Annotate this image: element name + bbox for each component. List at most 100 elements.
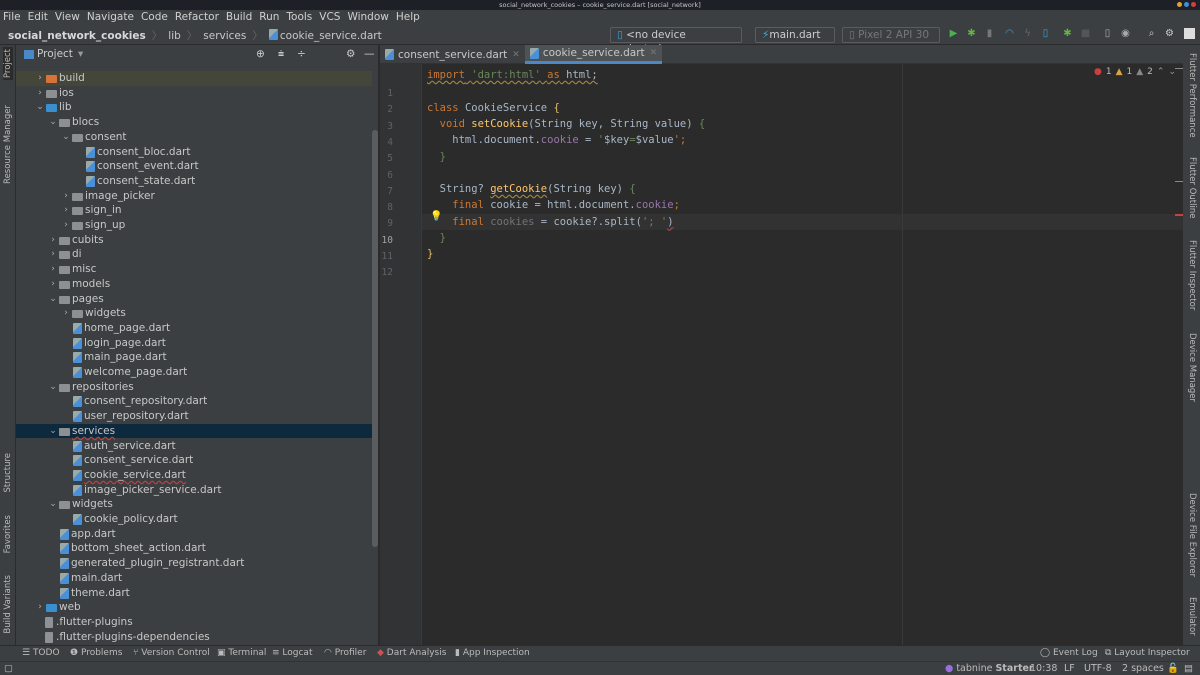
device-selector[interactable]: ▯ <no device selected> ▾ [610,27,742,55]
profile-icon[interactable]: ◠ [1004,28,1015,39]
tree-item[interactable]: login_page.dart [16,336,372,351]
chevron-right-icon[interactable]: › [48,247,58,262]
gear-icon[interactable]: ⚙ [346,48,355,60]
chevron-down-icon[interactable]: ⌄ [48,115,58,130]
tree-item[interactable]: user_repository.dart [16,409,372,424]
code-line[interactable]: import 'dart:html' as html; [427,67,598,83]
attach-icon[interactable]: ✱ [1062,28,1073,39]
chevron-right-icon[interactable]: › [35,86,45,101]
tree-item[interactable]: ⌄ services [16,423,372,439]
breadcrumb-services[interactable]: services [203,30,246,42]
tree-item[interactable]: theme.dart [16,586,372,601]
chevron-down-icon[interactable]: ⌄ [61,130,71,145]
chevron-right-icon[interactable]: › [35,71,45,86]
apply-changes-icon[interactable]: ▯ [1040,28,1051,39]
tree-item[interactable]: ⌄ lib [16,100,372,115]
menu-code[interactable]: Code [141,10,168,24]
caret-position[interactable]: 10:38 [1030,663,1057,674]
tree-item[interactable]: welcome_page.dart [16,365,372,380]
tool-todo[interactable]: ☰ TODO [22,648,60,658]
chevron-right-icon[interactable]: › [35,600,45,615]
tree-item[interactable]: › misc [16,262,372,277]
minimize-icon[interactable] [1177,2,1182,7]
tool-app-inspection[interactable]: ▮ App Inspection [455,648,530,658]
inspection-widget[interactable]: ● 1 ▲ 1 ▲ 2 ⌃ ⌄ [1094,67,1176,77]
tab-consent-service[interactable]: consent_service.dart ✕ [380,45,525,64]
chevron-right-icon[interactable]: › [61,306,71,321]
tool-terminal[interactable]: ▣ Terminal [217,648,266,658]
tree-item[interactable]: › image_picker [16,189,372,204]
menu-tools[interactable]: Tools [286,10,312,24]
chevron-down-icon[interactable]: ⌄ [48,424,58,439]
tree-item[interactable]: ⌄ pages [16,292,372,307]
code-line[interactable]: void setCookie(String key, String value)… [427,116,706,132]
menu-window[interactable]: Window [347,10,388,24]
tree-item[interactable]: ⌄ widgets [16,497,372,512]
tree-item[interactable]: bottom_sheet_action.dart [16,541,372,556]
tool-version-control[interactable]: ⑂ Version Control [133,648,210,658]
tree-item[interactable]: home_page.dart [16,321,372,336]
error-marker[interactable] [1175,214,1183,216]
tree-item[interactable]: consent_repository.dart [16,394,372,409]
code-line[interactable]: class CookieService { [427,100,560,116]
attach-debugger-icon[interactable]: ▮ [984,28,995,39]
debug-icon[interactable]: ✱ [966,28,977,39]
tool-event-log[interactable]: ◯ Event Log [1040,648,1098,658]
account-avatar[interactable] [1184,28,1195,39]
tree-item[interactable]: image_picker_service.dart [16,483,372,498]
tree-item[interactable]: auth_service.dart [16,439,372,454]
tree-item[interactable]: › di [16,247,372,262]
tree-item[interactable]: .flutter-plugins-dependencies [16,630,372,645]
breadcrumb-file[interactable]: cookie_service.dart [280,30,382,42]
tool-window-resource-manager[interactable]: Resource Manager [3,105,13,184]
tree-item[interactable]: consent_event.dart [16,159,372,174]
tool-window-favorites[interactable]: Favorites [3,515,13,553]
tree-item[interactable]: › models [16,277,372,292]
tool-dart-analysis[interactable]: ◆ Dart Analysis [377,648,446,658]
chevron-down-icon[interactable]: ⌄ [48,380,58,395]
tree-item[interactable]: main.dart [16,571,372,586]
tool-window-project[interactable]: Project [3,47,13,81]
chevron-right-icon[interactable]: › [61,218,71,233]
hot-reload-icon[interactable]: ϟ [1022,28,1033,39]
search-icon[interactable]: ⌕ [1146,28,1157,39]
tree-item[interactable]: main_page.dart [16,350,372,365]
menu-edit[interactable]: Edit [28,10,48,24]
project-scrollbar[interactable] [372,130,378,547]
window-controls[interactable] [1177,2,1196,7]
chevron-down-icon[interactable]: ⌄ [48,497,58,512]
tree-item[interactable]: › ios [16,86,372,101]
tool-window-flutter-outline[interactable]: Flutter Outline [1187,157,1197,218]
run-icon[interactable]: ▶ [948,28,959,39]
tool-window-device-manager[interactable]: Device Manager [1187,333,1197,402]
chevron-down-icon[interactable]: ⌄ [35,100,45,115]
tabnine-status[interactable]: ● tabnine Starter [945,663,1034,674]
tab-cookie-service[interactable]: cookie_service.dart ✕ [524,45,663,64]
emulator-selector[interactable]: ▯ Pixel 2 API 30 ▾ [842,27,940,55]
expand-all-icon[interactable]: ⩧ [278,48,284,61]
code-line[interactable]: } [427,230,446,246]
tree-item[interactable]: consent_bloc.dart [16,145,372,160]
close-icon[interactable] [1191,2,1196,7]
chevron-right-icon[interactable]: › [61,189,71,204]
tool-window-flutter-inspector[interactable]: Flutter Inspector [1187,240,1197,310]
tool-logcat[interactable]: ≡ Logcat [272,648,312,658]
breadcrumb-project[interactable]: social_network_cookies [8,30,146,42]
chevron-right-icon[interactable]: › [48,262,58,277]
project-view-selector[interactable]: Project [37,48,73,60]
file-encoding[interactable]: UTF-8 [1084,663,1112,674]
close-tab-icon[interactable]: ✕ [512,46,520,64]
menu-build[interactable]: Build [226,10,252,24]
menu-help[interactable]: Help [396,10,420,24]
hide-panel-icon[interactable]: — [364,48,375,60]
tree-item[interactable]: generated_plugin_registrant.dart [16,556,372,571]
tree-item[interactable]: consent_service.dart [16,453,372,468]
lightbulb-icon[interactable]: 💡 [430,211,442,222]
menu-file[interactable]: File [3,10,21,24]
tool-window-build-variants[interactable]: Build Variants [3,575,13,634]
tree-item[interactable]: › widgets [16,306,372,321]
tree-item[interactable]: › cubits [16,233,372,248]
line-separator[interactable]: LF [1064,663,1075,674]
tree-item[interactable]: cookie_policy.dart [16,512,372,527]
menu-vcs[interactable]: VCS [319,10,340,24]
